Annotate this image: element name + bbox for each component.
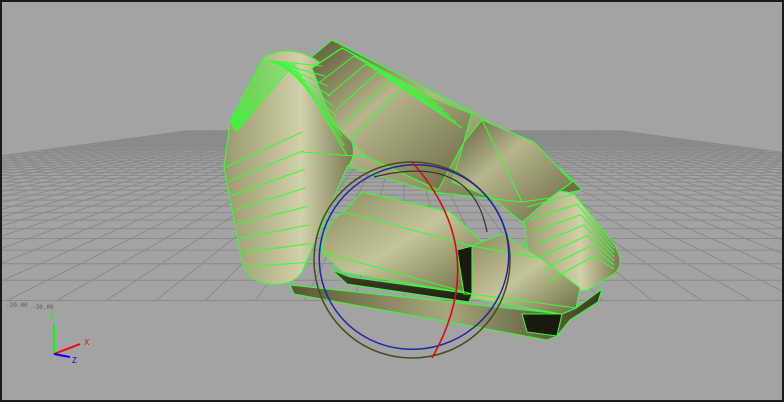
axis-z-label: Z [72,356,77,365]
axis-gizmo: X Y Z [50,313,90,365]
axis-y-label: Y [50,313,56,322]
grid-label-1: -20.00 [6,302,28,309]
axis-x-label: X [84,338,90,347]
grid-label-2: -30.00 [32,304,54,311]
axis-z-line [53,353,71,358]
perspective-viewport[interactable]: X Y Z -20.00 -30.00 [0,0,784,402]
axis-x-line [53,343,81,355]
